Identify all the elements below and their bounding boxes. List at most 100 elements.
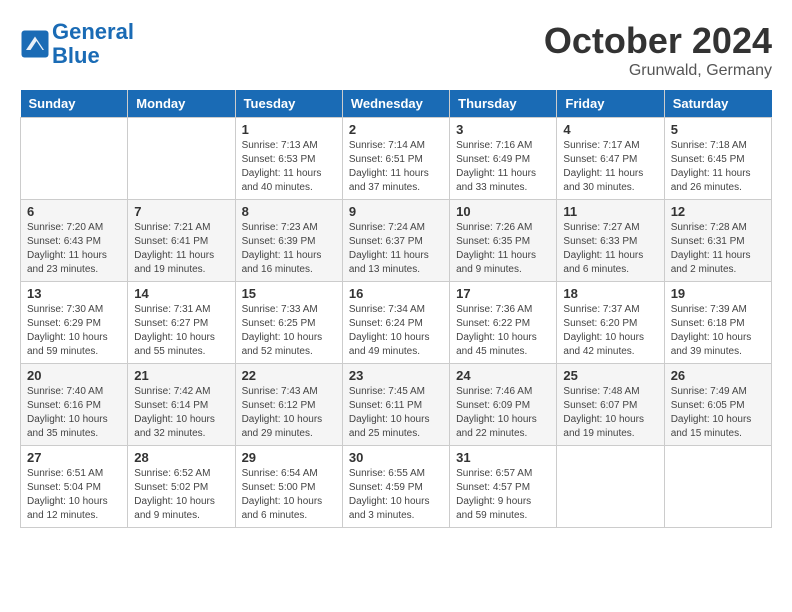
day-info: Sunrise: 7:17 AM Sunset: 6:47 PM Dayligh… [563, 139, 657, 195]
day-cell: 13Sunrise: 7:30 AM Sunset: 6:29 PM Dayli… [21, 282, 128, 364]
day-number: 9 [349, 204, 443, 219]
day-number: 3 [456, 122, 550, 137]
header-friday: Friday [557, 90, 664, 118]
day-info: Sunrise: 7:21 AM Sunset: 6:41 PM Dayligh… [134, 221, 228, 277]
day-number: 2 [349, 122, 443, 137]
day-info: Sunrise: 7:16 AM Sunset: 6:49 PM Dayligh… [456, 139, 550, 195]
day-cell: 17 Sunrise: 7:36 AM Sunset: 6:22 PM Dayli… [450, 282, 557, 364]
title-block: October 2024 Grunwald, Germany [544, 20, 772, 80]
day-info: Sunrise: 7:18 AM Sunset: 6:45 PM Dayligh… [671, 139, 765, 195]
day-cell [664, 446, 771, 528]
day-info: Sunrise: 7:28 AM Sunset: 6:31 PM Dayligh… [671, 221, 765, 277]
day-cell: 15 Sunrise: 7:33 AM Sunset: 6:25 PM Dayli… [235, 282, 342, 364]
day-cell: 4 Sunrise: 7:17 AM Sunset: 6:47 PM Daylig… [557, 118, 664, 200]
header-row: SundayMondayTuesdayWednesdayThursdayFrid… [21, 90, 772, 118]
day-cell: 26 Sunrise: 7:49 AM Sunset: 6:05 PM Dayli… [664, 364, 771, 446]
header-saturday: Saturday [664, 90, 771, 118]
day-number: 16 [349, 286, 443, 301]
day-cell: 31 Sunrise: 6:57 AM Sunset: 4:57 PM Dayli… [450, 446, 557, 528]
day-number: 8 [242, 204, 336, 219]
day-number: 23 [349, 368, 443, 383]
week-row-1: 6 Sunrise: 7:20 AM Sunset: 6:43 PM Daylig… [21, 200, 772, 282]
day-cell: 5 Sunrise: 7:18 AM Sunset: 6:45 PM Daylig… [664, 118, 771, 200]
day-number: 4 [563, 122, 657, 137]
day-info: Sunrise: 6:55 AM Sunset: 4:59 PM Dayligh… [349, 467, 443, 523]
logo-blue: Blue [52, 43, 100, 68]
page-header: General Blue October 2024 Grunwald, Germ… [20, 20, 772, 80]
day-cell: 24 Sunrise: 7:46 AM Sunset: 6:09 PM Dayli… [450, 364, 557, 446]
day-number: 31 [456, 450, 550, 465]
day-info: Sunrise: 7:45 AM Sunset: 6:11 PM Dayligh… [349, 385, 443, 441]
logo-general: General [52, 19, 134, 44]
day-number: 14 [134, 286, 228, 301]
day-number: 7 [134, 204, 228, 219]
day-number: 30 [349, 450, 443, 465]
day-info: Sunrise: 7:30 AM Sunset: 6:29 PM Dayligh… [27, 303, 121, 359]
day-info: Sunrise: 6:51 AM Sunset: 5:04 PM Dayligh… [27, 467, 121, 523]
day-number: 12 [671, 204, 765, 219]
day-info: Sunrise: 6:54 AM Sunset: 5:00 PM Dayligh… [242, 467, 336, 523]
day-info: Sunrise: 7:48 AM Sunset: 6:07 PM Dayligh… [563, 385, 657, 441]
logo-icon [20, 29, 50, 59]
location-subtitle: Grunwald, Germany [544, 62, 772, 80]
day-info: Sunrise: 7:20 AM Sunset: 6:43 PM Dayligh… [27, 221, 121, 277]
day-cell: 11Sunrise: 7:27 AM Sunset: 6:33 PM Dayli… [557, 200, 664, 282]
header-tuesday: Tuesday [235, 90, 342, 118]
day-number: 17 [456, 286, 550, 301]
day-number: 19 [671, 286, 765, 301]
day-cell: 6 Sunrise: 7:20 AM Sunset: 6:43 PM Daylig… [21, 200, 128, 282]
day-number: 24 [456, 368, 550, 383]
day-number: 27 [27, 450, 121, 465]
day-number: 28 [134, 450, 228, 465]
day-number: 1 [242, 122, 336, 137]
day-cell: 23 Sunrise: 7:45 AM Sunset: 6:11 PM Dayli… [342, 364, 449, 446]
day-number: 11 [563, 204, 657, 219]
day-cell: 16Sunrise: 7:34 AM Sunset: 6:24 PM Dayli… [342, 282, 449, 364]
day-cell: 12 Sunrise: 7:28 AM Sunset: 6:31 PM Dayli… [664, 200, 771, 282]
day-cell: 3 Sunrise: 7:16 AM Sunset: 6:49 PM Daylig… [450, 118, 557, 200]
day-cell: 19Sunrise: 7:39 AM Sunset: 6:18 PM Dayli… [664, 282, 771, 364]
day-info: Sunrise: 7:49 AM Sunset: 6:05 PM Dayligh… [671, 385, 765, 441]
day-number: 5 [671, 122, 765, 137]
day-cell: 2Sunrise: 7:14 AM Sunset: 6:51 PM Daylig… [342, 118, 449, 200]
day-info: Sunrise: 7:31 AM Sunset: 6:27 PM Dayligh… [134, 303, 228, 359]
day-number: 21 [134, 368, 228, 383]
day-number: 15 [242, 286, 336, 301]
day-number: 26 [671, 368, 765, 383]
day-info: Sunrise: 7:24 AM Sunset: 6:37 PM Dayligh… [349, 221, 443, 277]
header-thursday: Thursday [450, 90, 557, 118]
day-cell [557, 446, 664, 528]
day-cell: 14 Sunrise: 7:31 AM Sunset: 6:27 PM Dayli… [128, 282, 235, 364]
day-info: Sunrise: 6:52 AM Sunset: 5:02 PM Dayligh… [134, 467, 228, 523]
day-info: Sunrise: 7:37 AM Sunset: 6:20 PM Dayligh… [563, 303, 657, 359]
day-info: Sunrise: 7:46 AM Sunset: 6:09 PM Dayligh… [456, 385, 550, 441]
day-number: 18 [563, 286, 657, 301]
day-info: Sunrise: 7:23 AM Sunset: 6:39 PM Dayligh… [242, 221, 336, 277]
day-cell: 7 Sunrise: 7:21 AM Sunset: 6:41 PM Daylig… [128, 200, 235, 282]
day-cell: 25Sunrise: 7:48 AM Sunset: 6:07 PM Dayli… [557, 364, 664, 446]
day-info: Sunrise: 7:43 AM Sunset: 6:12 PM Dayligh… [242, 385, 336, 441]
header-wednesday: Wednesday [342, 90, 449, 118]
day-cell: 20 Sunrise: 7:40 AM Sunset: 6:16 PM Dayli… [21, 364, 128, 446]
day-number: 20 [27, 368, 121, 383]
header-sunday: Sunday [21, 90, 128, 118]
calendar-table: SundayMondayTuesdayWednesdayThursdayFrid… [20, 90, 772, 528]
day-number: 29 [242, 450, 336, 465]
day-info: Sunrise: 7:33 AM Sunset: 6:25 PM Dayligh… [242, 303, 336, 359]
day-cell [128, 118, 235, 200]
week-row-4: 27 Sunrise: 6:51 AM Sunset: 5:04 PM Dayli… [21, 446, 772, 528]
header-monday: Monday [128, 90, 235, 118]
day-cell: 29 Sunrise: 6:54 AM Sunset: 5:00 PM Dayli… [235, 446, 342, 528]
day-number: 6 [27, 204, 121, 219]
day-number: 22 [242, 368, 336, 383]
day-info: Sunrise: 7:40 AM Sunset: 6:16 PM Dayligh… [27, 385, 121, 441]
day-info: Sunrise: 6:57 AM Sunset: 4:57 PM Dayligh… [456, 467, 550, 523]
week-row-3: 20 Sunrise: 7:40 AM Sunset: 6:16 PM Dayli… [21, 364, 772, 446]
logo: General Blue [20, 20, 134, 68]
day-cell: 22 Sunrise: 7:43 AM Sunset: 6:12 PM Dayli… [235, 364, 342, 446]
day-number: 10 [456, 204, 550, 219]
day-info: Sunrise: 7:36 AM Sunset: 6:22 PM Dayligh… [456, 303, 550, 359]
day-cell: 1Sunrise: 7:13 AM Sunset: 6:53 PM Daylig… [235, 118, 342, 200]
month-title: October 2024 [544, 20, 772, 62]
day-cell: 9 Sunrise: 7:24 AM Sunset: 6:37 PM Daylig… [342, 200, 449, 282]
